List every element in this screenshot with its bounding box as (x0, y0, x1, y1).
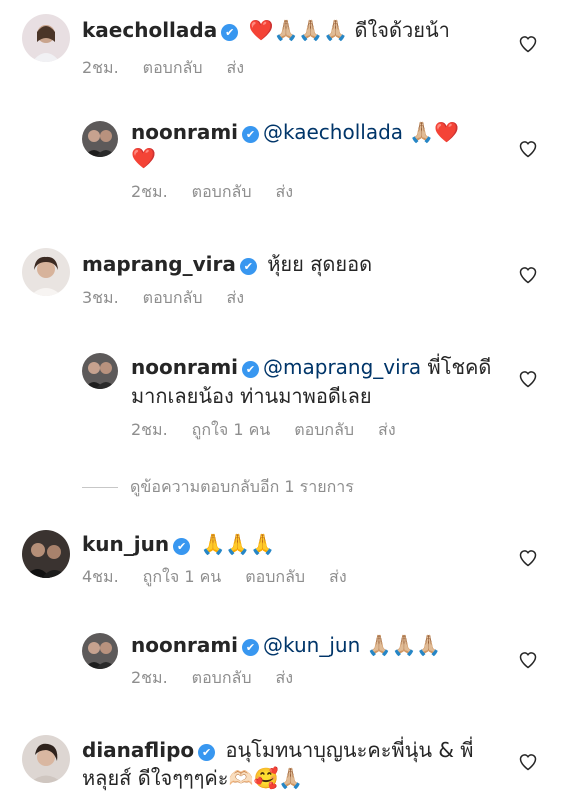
timestamp: 2ชม. (131, 182, 168, 201)
mention-link[interactable]: @maprang_vira (263, 355, 421, 379)
comment-meta: 3ชม. ตอบกลับ ส่ง (82, 288, 244, 308)
reply-button[interactable]: ตอบกลับ (143, 288, 203, 307)
heart-outline-icon[interactable] (518, 650, 538, 670)
username[interactable]: kun_jun (82, 532, 169, 556)
likes-count[interactable]: ถูกใจ 1 คน (143, 567, 222, 586)
mention-link[interactable]: @kun_jun (263, 633, 360, 657)
comment-body: 🙏🏼🙏🏼🙏🏼 (360, 633, 442, 657)
send-button[interactable]: ส่ง (275, 182, 293, 201)
verified-badge-icon: ✔ (242, 126, 260, 143)
username[interactable]: dianaflipo (82, 738, 194, 762)
username[interactable]: kaechollada (82, 18, 217, 42)
comment-text-line2: มากเลยน้อง ท่านมาพอดีเลย (131, 384, 372, 408)
reply-button[interactable]: ตอบกลับ (192, 668, 252, 687)
timestamp: 2ชม. (82, 58, 119, 77)
username[interactable]: noonrami (131, 633, 238, 657)
heart-outline-icon[interactable] (518, 752, 538, 772)
verified-badge-icon: ✔ (198, 744, 216, 761)
timestamp: 3ชม. (82, 288, 119, 307)
comments-list: kaechollada ✔ ❤️🙏🏼🙏🏼🙏🏼 ดีใจด้วยน้า 2ชม. ตอ… (0, 0, 570, 800)
comment-text: noonrami ✔ @kun_jun 🙏🏼🙏🏼🙏🏼 (131, 631, 441, 659)
comment-meta: 2ชม. ถูกใจ 1 คน ตอบกลับ ส่ง (131, 420, 396, 440)
reply-button[interactable]: ตอบกลับ (192, 182, 252, 201)
comment-text: dianaflipo ✔ อนุโมทนาบุญนะคะพี่นุ่น & พี่ (82, 736, 474, 764)
comment-body: 🙏🙏🙏 (200, 532, 276, 556)
avatar[interactable] (22, 248, 70, 296)
timestamp: 2ชม. (131, 420, 168, 439)
verified-badge-icon: ✔ (173, 538, 191, 555)
comment-text: maprang_vira ✔ หุ้ยย สุดยอด (82, 250, 372, 278)
view-more-replies-button[interactable]: ดูข้อความตอบกลับอีก 1 รายการ (82, 477, 354, 497)
heart-outline-icon[interactable] (518, 369, 538, 389)
heart-outline-icon[interactable] (518, 139, 538, 159)
view-more-replies-label: ดูข้อความตอบกลับอีก 1 รายการ (130, 477, 354, 496)
avatar[interactable] (22, 530, 70, 578)
send-button[interactable]: ส่ง (275, 668, 293, 687)
comment-body: หุ้ยย สุดยอด (267, 252, 373, 276)
comment-meta: 4ชม. ถูกใจ 1 คน ตอบกลับ ส่ง (82, 567, 347, 587)
comment-body: อนุโมทนาบุญนะคะพี่นุ่น & พี่ (225, 738, 474, 762)
timestamp: 4ชม. (82, 567, 119, 586)
verified-badge-icon: ✔ (221, 24, 239, 41)
verified-badge-icon: ✔ (242, 639, 260, 656)
send-button[interactable]: ส่ง (329, 567, 347, 586)
comment-text: noonrami ✔ @kaechollada 🙏🏼❤️ (131, 118, 459, 146)
username[interactable]: maprang_vira (82, 252, 236, 276)
comment-body: พี่โชคดี (421, 355, 492, 379)
comment-body: 🙏🏼❤️ (403, 120, 460, 144)
verified-badge-icon: ✔ (239, 258, 257, 275)
comment-text: kaechollada ✔ ❤️🙏🏼🙏🏼🙏🏼 ดีใจด้วยน้า (82, 16, 450, 44)
comment-text: kun_jun ✔ 🙏🙏🙏 (82, 530, 275, 558)
mention-link[interactable]: @kaechollada (263, 120, 403, 144)
comment-text-line2: ❤️ (131, 146, 156, 170)
comment-text-line2: หลุยส์ ดีใจๆๆๆค่ะ🫶🏻🥰🙏🏼 (82, 766, 304, 790)
comment-body: ❤️🙏🏼🙏🏼🙏🏼 ดีใจด้วยน้า (248, 18, 450, 42)
send-button[interactable]: ส่ง (226, 58, 244, 77)
avatar[interactable] (82, 121, 118, 157)
heart-outline-icon[interactable] (518, 34, 538, 54)
comment-text: noonrami ✔ @maprang_vira พี่โชคดี (131, 353, 491, 381)
username[interactable]: noonrami (131, 120, 238, 144)
comment-meta: 2ชม. ตอบกลับ ส่ง (131, 182, 293, 202)
send-button[interactable]: ส่ง (378, 420, 396, 439)
heart-outline-icon[interactable] (518, 548, 538, 568)
heart-outline-icon[interactable] (518, 265, 538, 285)
username[interactable]: noonrami (131, 355, 238, 379)
avatar[interactable] (22, 735, 70, 783)
send-button[interactable]: ส่ง (226, 288, 244, 307)
avatar[interactable] (22, 14, 70, 62)
verified-badge-icon: ✔ (242, 361, 260, 378)
comment-meta: 2ชม. ตอบกลับ ส่ง (131, 668, 293, 688)
avatar[interactable] (82, 353, 118, 389)
divider (82, 486, 118, 488)
avatar[interactable] (82, 633, 118, 669)
reply-button[interactable]: ตอบกลับ (245, 567, 305, 586)
reply-button[interactable]: ตอบกลับ (143, 58, 203, 77)
timestamp: 2ชม. (131, 668, 168, 687)
reply-button[interactable]: ตอบกลับ (294, 420, 354, 439)
comment-meta: 2ชม. ตอบกลับ ส่ง (82, 58, 244, 78)
likes-count[interactable]: ถูกใจ 1 คน (192, 420, 271, 439)
